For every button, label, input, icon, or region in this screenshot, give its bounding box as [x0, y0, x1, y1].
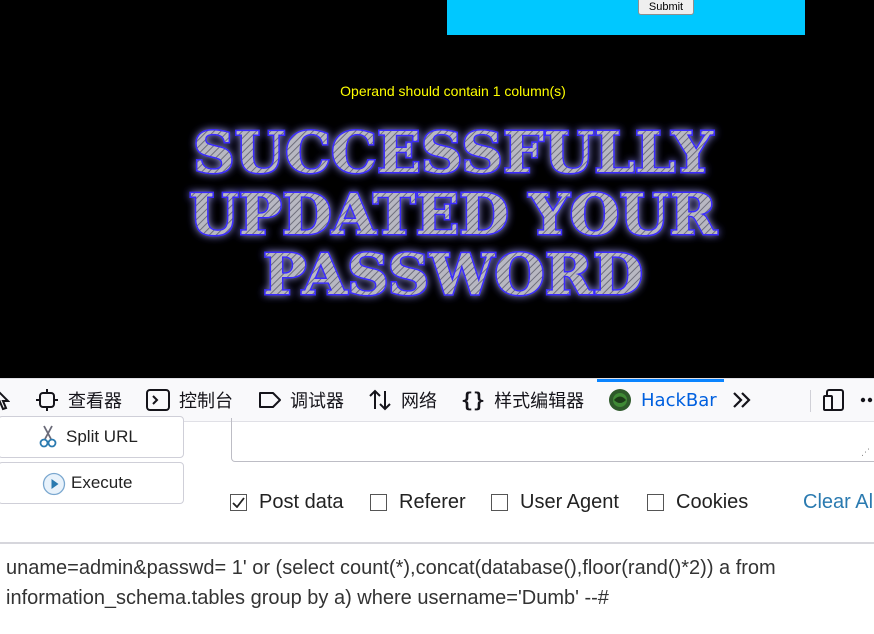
dock-side-button[interactable]	[822, 379, 846, 421]
play-icon	[42, 472, 66, 496]
tab-label: 调试器	[290, 391, 344, 412]
post-data-textarea[interactable]: uname=admin&passwd= 1' or (select count(…	[0, 542, 874, 634]
element-picker-button[interactable]	[0, 379, 10, 421]
tab-hackbar[interactable]: HackBar	[608, 379, 717, 421]
banner-line-2: UPDATED YOUR	[189, 182, 717, 248]
devtools-menu-button[interactable]	[860, 379, 874, 421]
console-icon	[146, 389, 170, 411]
tab-inspector[interactable]: 查看器	[36, 379, 122, 421]
network-icon	[369, 389, 391, 411]
toolbar-separator	[810, 390, 811, 412]
tab-label: 控制台	[179, 391, 233, 412]
referer-option[interactable]: Referer	[370, 491, 466, 514]
tab-network[interactable]: 网络	[368, 379, 437, 421]
banner-line-1: SUCCESSFULLY	[193, 120, 714, 186]
submit-button[interactable]: Submit	[638, 0, 694, 15]
checkmark-icon	[232, 497, 245, 508]
user-agent-option[interactable]: User Agent	[491, 491, 619, 514]
tab-label: HackBar	[641, 389, 717, 411]
inspector-icon	[36, 389, 58, 411]
tab-label: 网络	[401, 391, 437, 412]
cursor-pick-icon	[0, 391, 10, 411]
more-tabs-button[interactable]	[731, 379, 753, 421]
post-data-option[interactable]: Post data	[230, 491, 344, 514]
tab-style-editor[interactable]: {} 样式编辑器	[461, 379, 584, 421]
cookies-checkbox[interactable]	[647, 494, 664, 511]
scissors-icon	[39, 425, 57, 448]
resize-grip-icon: ⋰	[861, 448, 870, 458]
button-label: Execute	[71, 473, 133, 492]
web-page: Submit Operand should contain 1 column(s…	[0, 0, 874, 378]
button-label: Split URL	[66, 427, 138, 446]
option-label: User Agent	[520, 491, 619, 513]
post-data-text: uname=admin&passwd= 1' or (select count(…	[6, 557, 776, 609]
clear-all-link[interactable]: Clear All	[803, 491, 874, 514]
tab-label: 查看器	[68, 391, 122, 412]
cookies-option[interactable]: Cookies	[647, 491, 748, 514]
referer-checkbox[interactable]	[370, 494, 387, 511]
banner-line-3: PASSWORD	[263, 242, 643, 308]
tab-label: 样式编辑器	[494, 391, 585, 412]
tab-console[interactable]: 控制台	[146, 379, 233, 421]
dock-window-icon	[823, 389, 844, 411]
hackbar-icon	[609, 389, 631, 411]
hackbar-panel: Split URL Execute ⋰ Post data Referer Us…	[0, 416, 874, 634]
double-chevron-right-icon	[733, 392, 751, 408]
login-form-box	[447, 0, 805, 35]
style-editor-icon: {}	[461, 388, 486, 412]
success-banner-image: SUCCESSFULLY UPDATED YOUR PASSWORD	[188, 119, 719, 310]
tab-debugger[interactable]: 调试器	[258, 379, 344, 421]
execute-button[interactable]: Execute	[0, 462, 184, 504]
debugger-icon	[259, 392, 281, 408]
post-data-checkbox[interactable]	[230, 494, 247, 511]
more-dots-icon	[860, 397, 873, 403]
option-label: Referer	[399, 491, 466, 513]
user-agent-checkbox[interactable]	[491, 494, 508, 511]
url-textarea[interactable]: ⋰	[231, 418, 874, 462]
option-label: Cookies	[676, 491, 749, 513]
error-message: Operand should contain 1 column(s)	[340, 83, 566, 99]
split-url-button[interactable]: Split URL	[0, 416, 184, 458]
option-label: Post data	[259, 491, 344, 513]
